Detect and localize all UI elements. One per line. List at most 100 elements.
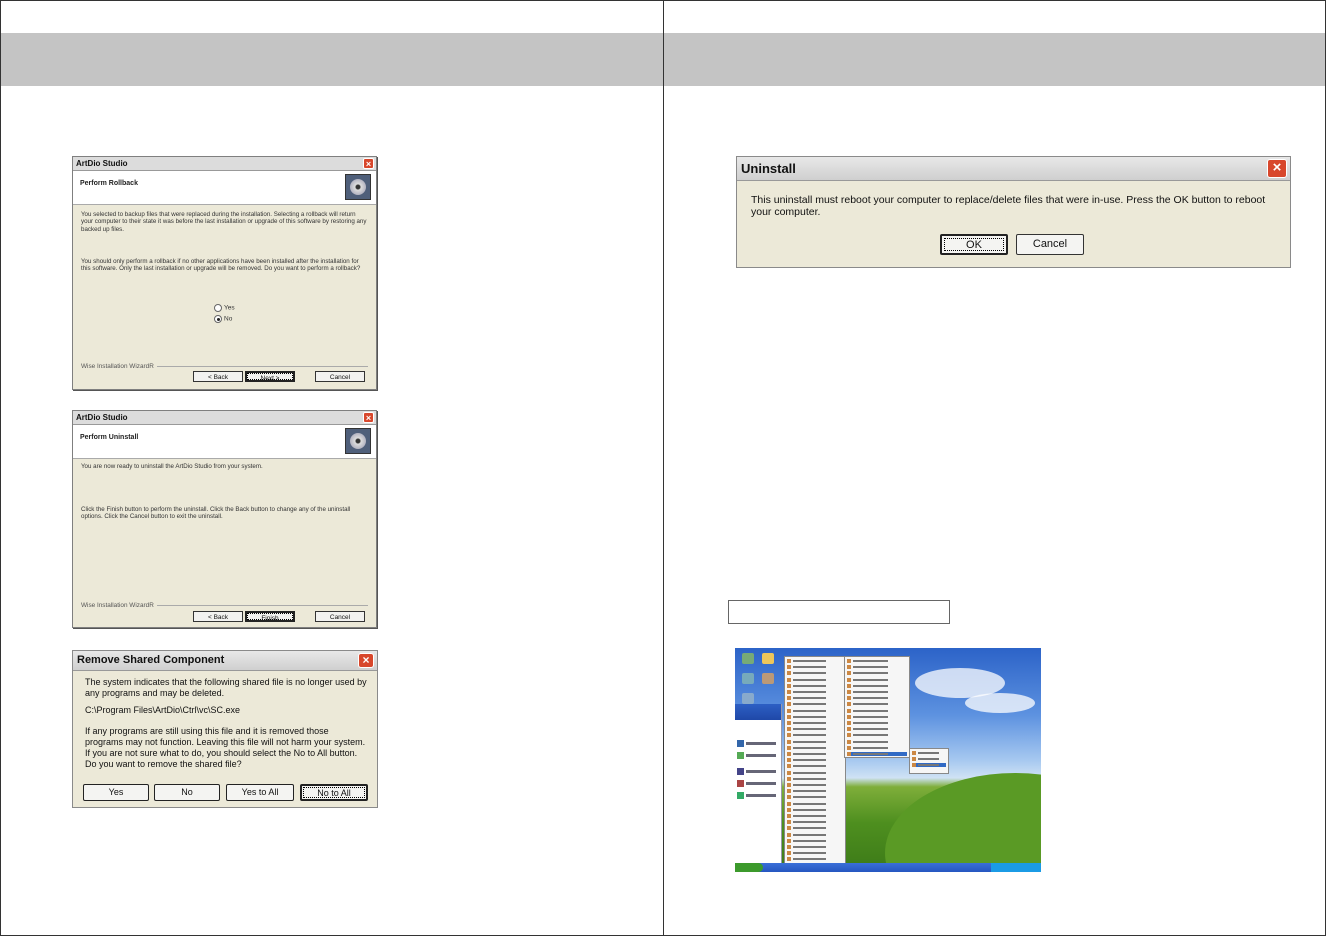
desktop-icon[interactable] — [762, 673, 774, 684]
cancel-button[interactable]: Cancel — [315, 611, 365, 622]
rollback-dialog: ArtDio Studio × Perform Rollback You sel… — [72, 156, 377, 390]
start-menu-item[interactable] — [737, 768, 779, 776]
menu-row[interactable] — [787, 690, 843, 694]
menu-row[interactable] — [787, 814, 843, 818]
menu-row[interactable] — [847, 739, 907, 744]
menu-row[interactable] — [787, 745, 843, 750]
menu-row[interactable] — [787, 714, 843, 719]
back-button[interactable]: < Back — [193, 371, 243, 382]
no-button[interactable]: No — [154, 784, 220, 801]
folder-icon[interactable] — [762, 653, 774, 664]
menu-row[interactable] — [787, 721, 843, 725]
menu-row[interactable] — [847, 752, 907, 756]
menu-row[interactable] — [787, 671, 843, 676]
no-to-all-button[interactable]: No to All — [300, 784, 368, 801]
menu-row[interactable] — [787, 665, 843, 670]
menu-row[interactable] — [787, 789, 843, 794]
menu-row[interactable] — [847, 721, 907, 725]
radio-checked-icon — [214, 315, 222, 323]
menu-row[interactable] — [912, 763, 946, 768]
menu-row[interactable] — [847, 659, 907, 663]
right-header-banner — [664, 33, 1325, 86]
menu-row[interactable] — [847, 683, 907, 688]
menu-row[interactable] — [847, 665, 907, 670]
menu-row[interactable] — [787, 758, 843, 763]
menu-row-text — [793, 753, 826, 755]
menu-row-icon — [787, 795, 791, 800]
menu-row[interactable] — [787, 832, 843, 837]
menu-row[interactable] — [787, 795, 843, 800]
menu-row[interactable] — [787, 739, 843, 744]
rollback-title-bar: ArtDio Studio × — [73, 157, 376, 171]
menu-row[interactable] — [847, 733, 907, 738]
desktop-icon[interactable] — [742, 673, 754, 684]
recycle-bin-icon[interactable] — [742, 693, 754, 704]
menu-row[interactable] — [847, 677, 907, 682]
menu-row[interactable] — [787, 702, 843, 707]
close-icon[interactable]: × — [363, 412, 374, 423]
start-menu-item[interactable] — [737, 752, 779, 760]
menu-row[interactable] — [787, 851, 843, 856]
menu-row[interactable] — [912, 751, 946, 755]
close-icon[interactable]: × — [1267, 159, 1287, 178]
start-menu-item[interactable] — [737, 740, 779, 748]
menu-row[interactable] — [787, 826, 843, 831]
menu-row[interactable] — [787, 752, 843, 756]
menu-row[interactable] — [787, 820, 843, 825]
shared-component-dialog: Remove Shared Component × The system ind… — [72, 650, 378, 808]
menu-row[interactable] — [847, 696, 907, 701]
menu-row-icon — [787, 776, 791, 781]
menu-row[interactable] — [787, 838, 843, 843]
start-button[interactable] — [735, 863, 763, 872]
close-icon[interactable]: × — [358, 653, 374, 668]
menu-row[interactable] — [847, 702, 907, 707]
cancel-button[interactable]: Cancel — [1016, 234, 1084, 255]
menu-row[interactable] — [787, 857, 843, 862]
menu-row-text — [853, 678, 889, 681]
menu-row[interactable] — [787, 677, 843, 682]
menu-row[interactable] — [847, 714, 907, 719]
menu-row-text — [793, 759, 826, 762]
menu-row[interactable] — [847, 671, 907, 676]
menu-row[interactable] — [787, 801, 843, 806]
menu-row[interactable] — [912, 757, 946, 762]
menu-row[interactable] — [787, 783, 843, 787]
menu-row-text — [853, 691, 889, 693]
rollback-yes-radio[interactable]: Yes — [214, 304, 235, 312]
yes-button[interactable]: Yes — [83, 784, 149, 801]
cancel-button[interactable]: Cancel — [315, 371, 365, 382]
back-button[interactable]: < Back — [193, 611, 243, 622]
menu-row[interactable] — [787, 708, 843, 713]
menu-row[interactable] — [847, 727, 907, 732]
menu-row[interactable] — [787, 727, 843, 732]
menu-row[interactable] — [787, 776, 843, 781]
menu-row-text — [793, 839, 826, 842]
ok-button[interactable]: OK — [940, 234, 1008, 255]
start-menu-item[interactable] — [737, 780, 779, 788]
finish-button[interactable]: Finish — [245, 611, 295, 622]
start-menu — [735, 704, 782, 864]
menu-row[interactable] — [787, 764, 843, 769]
rollback-no-radio[interactable]: No — [214, 315, 232, 323]
menu-row[interactable] — [847, 708, 907, 713]
next-button[interactable]: Next > — [245, 371, 295, 382]
menu-row[interactable] — [787, 659, 843, 663]
menu-row[interactable] — [787, 770, 843, 775]
desktop-icon[interactable] — [742, 653, 754, 664]
menu-row[interactable] — [847, 745, 907, 750]
start-menu-item[interactable] — [737, 792, 779, 800]
menu-row[interactable] — [787, 845, 843, 849]
menu-row[interactable] — [787, 696, 843, 701]
menu-row[interactable] — [847, 690, 907, 694]
uninstall-wizard-para-2: Click the Finish button to perform the u… — [81, 506, 351, 521]
menu-row[interactable] — [787, 683, 843, 688]
menu-row-icon — [847, 690, 851, 694]
menu-row-text — [853, 666, 889, 669]
menu-row-text — [793, 790, 826, 793]
yes-to-all-button[interactable]: Yes to All — [226, 784, 294, 801]
rollback-yes-label: Yes — [224, 304, 235, 312]
close-icon[interactable]: × — [363, 158, 374, 169]
menu-row[interactable] — [787, 807, 843, 812]
menu-row-icon — [787, 820, 791, 825]
menu-row[interactable] — [787, 733, 843, 738]
